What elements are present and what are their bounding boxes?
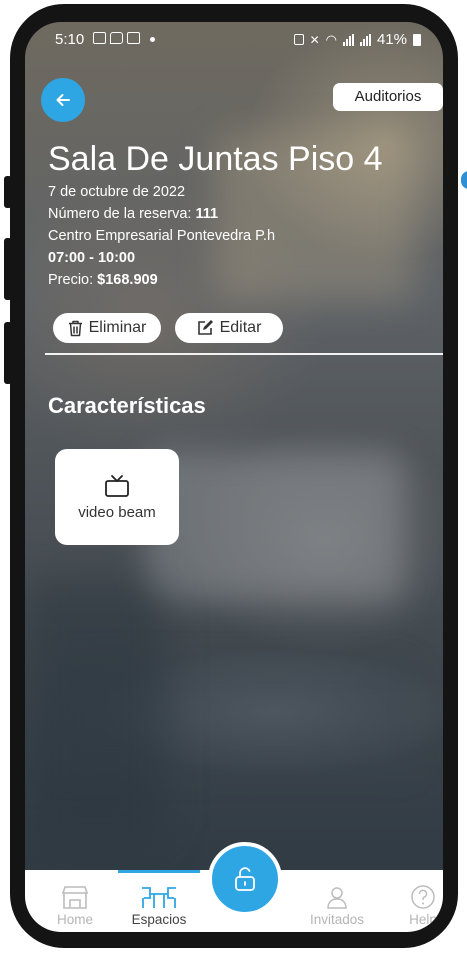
person-icon: [325, 884, 349, 910]
nav-item-espacios[interactable]: Espacios: [117, 870, 201, 932]
store-icon: [60, 884, 90, 910]
delete-button[interactable]: Eliminar: [53, 313, 161, 343]
trash-icon: [68, 320, 82, 336]
unlock-icon: [235, 867, 255, 891]
status-bar: 5:10 ✕ ◠ 41%: [25, 22, 443, 54]
nav-label-home: Home: [56, 912, 93, 927]
signal-icon: [342, 33, 354, 46]
system-status: ✕ ◠ 41%: [293, 31, 421, 48]
edit-button[interactable]: Editar: [175, 313, 283, 343]
nav-label-espacios: Espacios: [131, 912, 187, 927]
status-time: 5:10: [55, 31, 85, 48]
phone-side-button: [4, 176, 12, 208]
workspace-icon: [140, 884, 178, 910]
page-title: Sala De Juntas Piso 4: [48, 140, 383, 178]
nav-label-help: Help: [409, 912, 437, 927]
price-value: $168.909: [97, 272, 158, 288]
unlock-button[interactable]: [208, 842, 282, 916]
reservation-number: 111: [195, 206, 219, 222]
edit-icon: [197, 320, 213, 335]
lock-status-icon: [293, 34, 304, 45]
edge-indicator: [461, 171, 467, 189]
more-notifications-dot: [150, 37, 155, 42]
booking-location: Centro Empresarial Pontevedra P.h: [48, 228, 276, 244]
delete-label: Eliminar: [88, 319, 147, 336]
reservation-label: Número de la reserva:: [48, 206, 196, 222]
message-notification-icon: [110, 32, 123, 44]
app-screen: 5:10 ✕ ◠ 41% Auditorios Sala De Juntas P…: [25, 22, 443, 932]
battery-icon: [413, 33, 421, 46]
mute-icon: ✕: [309, 32, 320, 47]
nav-label-invitados: Invitados: [309, 912, 365, 927]
battery-percent: 41%: [376, 31, 407, 48]
notification-icons: [93, 29, 155, 44]
help-icon: [410, 884, 436, 910]
nav-item-home[interactable]: Home: [33, 870, 117, 932]
edit-label: Editar: [219, 319, 262, 336]
booking-time: 07:00 - 10:00: [48, 250, 136, 266]
background-photo: [145, 452, 405, 602]
booking-date: 7 de octubre de 2022: [48, 184, 186, 200]
tv-icon: [105, 474, 129, 497]
calendar-notification-icon: [127, 32, 140, 44]
reservation-number-line: Número de la reserva: 111: [48, 206, 218, 222]
back-button[interactable]: [41, 78, 85, 122]
feature-card-video-beam: video beam: [55, 449, 179, 545]
divider: [45, 353, 443, 355]
price-label: Precio:: [48, 272, 98, 288]
price-line: Precio: $168.909: [48, 272, 158, 288]
arrow-left-icon: [56, 94, 70, 106]
wifi-icon: ◠: [325, 31, 337, 47]
features-title: Características: [48, 393, 206, 418]
phone-side-button: [4, 322, 12, 384]
phone-side-button: [4, 238, 12, 300]
signal-icon: [359, 33, 371, 46]
feature-label: video beam: [78, 503, 156, 521]
nav-item-help[interactable]: Help: [381, 870, 443, 932]
gallery-notification-icon: [93, 32, 106, 44]
auditorios-button[interactable]: Auditorios: [333, 83, 443, 111]
background-photo: [25, 582, 165, 842]
nav-item-invitados[interactable]: Invitados: [295, 870, 379, 932]
